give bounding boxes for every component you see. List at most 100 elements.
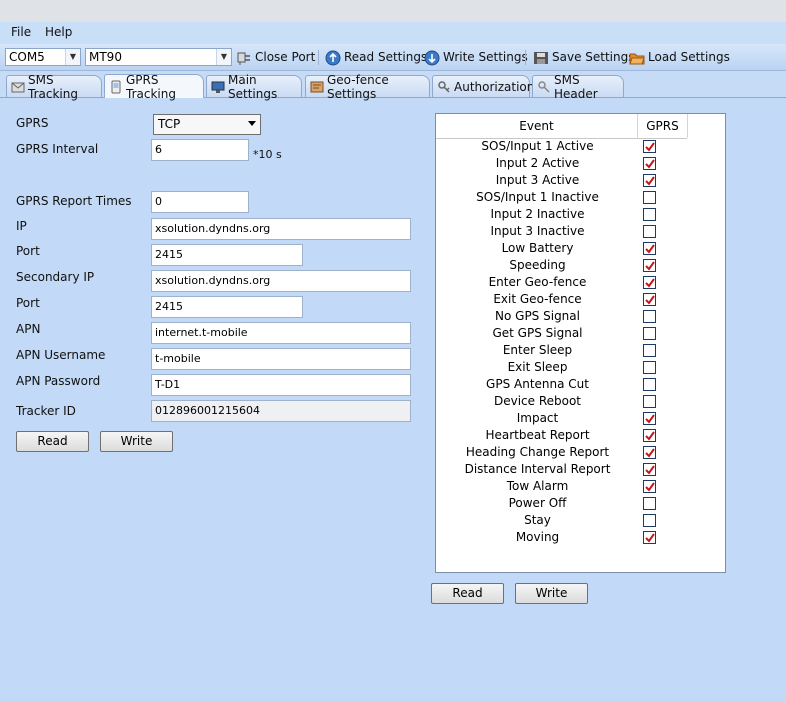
events-read-button[interactable]: Read: [431, 583, 504, 604]
apn-label: APN: [16, 322, 41, 336]
gprs-event-checkbox[interactable]: [643, 191, 656, 204]
device-select[interactable]: MT90 ▼: [85, 48, 232, 66]
event-name: SOS/Input 1 Active: [481, 139, 594, 153]
event-row: Input 3 Active: [436, 172, 687, 189]
tab-sms-tracking[interactable]: SMS Tracking: [6, 73, 102, 101]
plug-icon: [236, 50, 251, 65]
save-settings-button[interactable]: Save Settings: [533, 48, 635, 66]
gprs-event-checkbox[interactable]: [643, 531, 656, 544]
write-settings-button[interactable]: Write Settings: [424, 48, 528, 66]
gprs-event-checkbox[interactable]: [643, 480, 656, 493]
gprs-event-checkbox[interactable]: [643, 259, 656, 272]
event-row: Speeding: [436, 257, 687, 274]
gprs-event-checkbox[interactable]: [643, 225, 656, 238]
read-arrow-icon: [325, 50, 341, 65]
disk-icon: [533, 50, 548, 65]
event-name: Get GPS Signal: [492, 326, 583, 340]
menu-help[interactable]: Help: [45, 25, 72, 39]
port-select-value: COM5: [9, 50, 45, 64]
apn-input[interactable]: internet.t-mobile: [151, 322, 411, 344]
tab-gprs-tracking[interactable]: GPRS Tracking: [104, 72, 204, 101]
save-settings-label: Save Settings: [552, 50, 635, 64]
menu-file[interactable]: File: [11, 25, 31, 39]
event-grid-header: Event GPRS: [436, 114, 688, 139]
tab-sms-header[interactable]: SMS Header: [532, 73, 624, 101]
events-write-button[interactable]: Write: [515, 583, 588, 604]
apn-password-input[interactable]: T-D1: [151, 374, 411, 396]
checkmark-icon: [645, 448, 655, 458]
gprs-event-checkbox[interactable]: [643, 514, 656, 527]
gprs-event-checkbox[interactable]: [643, 174, 656, 187]
port-input[interactable]: 2415: [151, 244, 303, 266]
event-name: Input 3 Inactive: [490, 224, 585, 238]
event-name: Tow Alarm: [506, 479, 569, 493]
map-icon: [310, 80, 324, 94]
tab-label: SMS Header: [554, 72, 598, 101]
gprs-interval-input[interactable]: 6: [151, 139, 249, 161]
column-header-gprs[interactable]: GPRS: [638, 114, 688, 138]
report-times-input[interactable]: 0: [151, 191, 249, 213]
load-settings-button[interactable]: Load Settings: [629, 48, 730, 66]
event-name: Enter Geo-fence: [488, 275, 587, 289]
ip-label: IP: [16, 219, 27, 233]
gprs-event-checkbox[interactable]: [643, 276, 656, 289]
tracker-id-field: 012896001215604: [151, 400, 411, 422]
event-row: Impact: [436, 410, 687, 427]
secondary-ip-label: Secondary IP: [16, 270, 95, 284]
event-name: Input 2 Inactive: [490, 207, 585, 221]
form-write-button[interactable]: Write: [100, 431, 173, 452]
gprs-event-checkbox[interactable]: [643, 463, 656, 476]
gprs-event-checkbox[interactable]: [643, 446, 656, 459]
tab-main-settings[interactable]: Main Settings: [206, 73, 302, 101]
secondary-ip-input[interactable]: xsolution.dyndns.org: [151, 270, 411, 292]
port-select[interactable]: COM5 ▼: [5, 48, 81, 66]
gprs-event-checkbox[interactable]: [643, 344, 656, 357]
event-row: Get GPS Signal: [436, 325, 687, 342]
tab-label: Authorization: [454, 79, 535, 94]
gprs-event-checkbox[interactable]: [643, 157, 656, 170]
tab-label: Main Settings: [228, 72, 278, 101]
gprs-event-checkbox[interactable]: [643, 497, 656, 510]
gprs-event-checkbox[interactable]: [643, 429, 656, 442]
event-row: SOS/Input 1 Inactive: [436, 189, 687, 206]
gprs-event-checkbox[interactable]: [643, 208, 656, 221]
gprs-event-checkbox[interactable]: [643, 361, 656, 374]
gprs-mode-select[interactable]: TCP: [153, 114, 261, 135]
gprs-event-checkbox[interactable]: [643, 242, 656, 255]
gprs-interval-label: GPRS Interval: [16, 142, 99, 156]
close-port-button[interactable]: Close Port: [236, 48, 315, 66]
tab-geo-fence-settings[interactable]: Geo-fence Settings: [305, 73, 430, 101]
tracker-id-label: Tracker ID: [16, 404, 76, 418]
event-row: Moving: [436, 529, 687, 546]
form-read-button[interactable]: Read: [16, 431, 89, 452]
gprs-event-checkbox[interactable]: [643, 412, 656, 425]
header-icon: [537, 80, 551, 94]
gprs-event-checkbox[interactable]: [643, 327, 656, 340]
event-name: GPS Antenna Cut: [486, 377, 589, 391]
tab-label: GPRS Tracking: [126, 72, 176, 101]
event-row: Low Battery: [436, 240, 687, 257]
checkmark-icon: [645, 465, 655, 475]
gprs-event-checkbox[interactable]: [643, 378, 656, 391]
gprs-event-checkbox[interactable]: [643, 293, 656, 306]
event-row: Heartbeat Report: [436, 427, 687, 444]
gprs-event-checkbox[interactable]: [643, 140, 656, 153]
column-header-event[interactable]: Event: [436, 114, 638, 138]
tab-authorization[interactable]: Authorization: [432, 75, 534, 97]
sms-icon: [11, 80, 25, 94]
gprs-event-checkbox[interactable]: [643, 310, 656, 323]
event-name: Power Off: [508, 496, 567, 510]
window-title-strip: [0, 0, 786, 22]
event-name: Distance Interval Report: [464, 462, 611, 476]
secondary-port-input[interactable]: 2415: [151, 296, 303, 318]
event-name: Input 3 Active: [495, 173, 580, 187]
event-name: Heartbeat Report: [485, 428, 590, 442]
apn-username-input[interactable]: t-mobile: [151, 348, 411, 370]
read-settings-button[interactable]: Read Settings: [325, 48, 427, 66]
event-row: Input 2 Inactive: [436, 206, 687, 223]
ip-input[interactable]: xsolution.dyndns.org: [151, 218, 411, 240]
gprs-event-checkbox[interactable]: [643, 395, 656, 408]
event-row: Tow Alarm: [436, 478, 687, 495]
checkmark-icon: [645, 176, 655, 186]
checkmark-icon: [645, 278, 655, 288]
